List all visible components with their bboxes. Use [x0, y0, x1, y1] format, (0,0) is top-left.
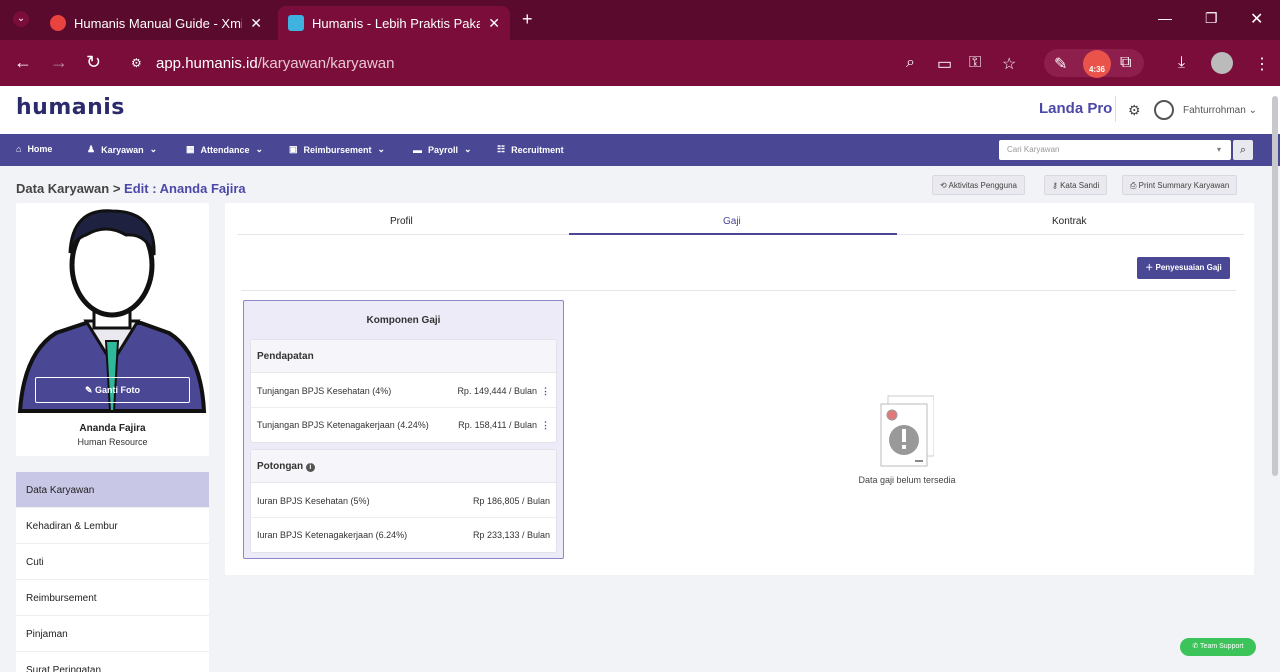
install-app-icon[interactable]: ▭: [937, 54, 952, 74]
salary-adjustment-button[interactable]: ＋ Penyesuaian Gaji: [1137, 257, 1230, 279]
settings-gear-icon[interactable]: ⚙: [1128, 102, 1141, 119]
nav-home[interactable]: ⌂ Home: [16, 144, 52, 154]
close-tab-icon[interactable]: ✕: [250, 15, 262, 32]
home-icon: ⌂: [16, 144, 22, 154]
restore-icon[interactable]: ❐: [1205, 10, 1218, 27]
chevron-down-icon: ⌄: [255, 144, 264, 154]
password-key-icon[interactable]: ⚿: [969, 54, 981, 72]
side-menu-cuti[interactable]: Cuti: [16, 544, 209, 580]
site-settings-icon[interactable]: ⚙: [131, 56, 142, 70]
active-tab-indicator: [569, 233, 897, 235]
empty-document-icon: [880, 395, 934, 467]
side-menu-pinjaman[interactable]: Pinjaman: [16, 616, 209, 652]
employee-search-input[interactable]: Cari Karyawan: [999, 140, 1231, 160]
change-photo-button[interactable]: ✎ Ganti Foto: [35, 377, 190, 403]
timer-extension-icon[interactable]: 4:36: [1083, 50, 1111, 78]
chevron-down-icon: ⌄: [149, 144, 158, 154]
humanis-logo[interactable]: humanis: [16, 95, 125, 120]
new-tab-icon[interactable]: +: [522, 9, 533, 30]
zoom-icon[interactable]: ⌕: [906, 54, 915, 72]
minimize-icon[interactable]: —: [1158, 10, 1172, 26]
money-icon: ▣: [289, 144, 298, 154]
company-name: Landa Pro: [1039, 100, 1113, 117]
search-button[interactable]: ⌕: [1233, 140, 1253, 160]
user-avatar-icon[interactable]: [1154, 100, 1174, 120]
row-menu-icon[interactable]: ⋮: [541, 386, 550, 396]
extensions-puzzle-icon[interactable]: ⧉: [1120, 54, 1131, 72]
password-button[interactable]: ⚷ Kata Sandi: [1044, 175, 1108, 195]
nav-attendance[interactable]: ▦ Attendance ⌄: [186, 144, 263, 155]
bookmark-star-icon[interactable]: ☆: [1002, 54, 1016, 74]
team-support-button[interactable]: ✆ Team Support: [1180, 638, 1256, 656]
employee-name: Ananda Fajira: [79, 423, 146, 434]
side-menu-surat-peringatan[interactable]: Surat Peringatan: [16, 652, 209, 672]
row-menu-icon[interactable]: ⋮: [541, 420, 550, 430]
salary-components-title: Komponen Gaji: [366, 315, 441, 326]
chevron-down-icon: ⌄: [377, 144, 386, 154]
divider: [1115, 96, 1116, 122]
feather-extension-icon[interactable]: ✎: [1054, 54, 1067, 74]
browser-tab-active[interactable]: Humanis - Lebih Praktis Pakai H ✕: [278, 6, 510, 40]
nav-reimbursement[interactable]: ▣ Reimbursement ⌄: [289, 144, 385, 155]
chevron-down-icon: ⌄: [464, 144, 472, 154]
address-bar[interactable]: app.humanis.id/karyawan/karyawan: [120, 48, 1030, 78]
nav-payroll[interactable]: ▬ Payroll ⌄: [413, 144, 472, 155]
side-menu-reimbursement[interactable]: Reimbursement: [16, 580, 209, 616]
print-summary-button[interactable]: ⎙ Print Summary Karyawan: [1122, 175, 1238, 195]
tab-profil[interactable]: Profil: [390, 216, 413, 227]
back-icon[interactable]: ←: [14, 52, 32, 73]
search-icon: ⌕: [1239, 144, 1247, 156]
employee-role: Human Resource: [77, 437, 148, 447]
browser-tab[interactable]: Humanis Manual Guide - Xmind ✕: [40, 6, 272, 40]
side-menu-data-karyawan[interactable]: Data Karyawan: [16, 472, 209, 508]
user-edit-icon: ♟: [87, 144, 96, 154]
income-title: Pendapatan: [251, 340, 556, 373]
calendar-icon: ▦: [186, 144, 195, 154]
profile-avatar[interactable]: [1211, 52, 1233, 74]
page-scrollbar[interactable]: [1272, 96, 1278, 476]
reload-icon[interactable]: ↻: [86, 52, 101, 73]
user-activity-button[interactable]: ⟲ Aktivitas Pengguna: [932, 175, 1025, 195]
empty-state-text: Data gaji belum tersedia: [858, 475, 956, 485]
tab-kontrak[interactable]: Kontrak: [1052, 216, 1086, 227]
forward-icon[interactable]: →: [50, 52, 68, 73]
close-tab-icon[interactable]: ✕: [488, 15, 500, 32]
income-row: Tunjangan BPJS Ketenagakerjaan (4.24%) R…: [257, 420, 550, 430]
nav-karyawan[interactable]: ♟ Karyawan ⌄: [87, 144, 157, 155]
close-window-icon[interactable]: ✕: [1250, 9, 1263, 29]
tab-search-button[interactable]: ⌄: [13, 11, 29, 27]
deduction-title: Potongan i: [251, 450, 556, 483]
breadcrumb-current: Edit : Ananda Fajira: [124, 181, 246, 196]
xmind-favicon-icon: [50, 15, 66, 31]
plus-icon: ＋: [1145, 263, 1154, 272]
users-icon: ☷: [497, 144, 506, 154]
deduction-row: Iuran BPJS Ketenagakerjaan (6.24%) Rp 23…: [257, 530, 550, 540]
deduction-row: Iuran BPJS Kesehatan (5%) Rp 186,805 / B…: [251, 484, 556, 518]
side-menu-kehadiran[interactable]: Kehadiran & Lembur: [16, 508, 209, 544]
info-icon[interactable]: i: [305, 463, 315, 472]
chevron-down-icon[interactable]: ▾: [1217, 145, 1221, 154]
download-icon[interactable]: ⤓: [1178, 54, 1185, 72]
edit-icon: ✎: [84, 385, 93, 395]
browser-menu-icon[interactable]: ⋮: [1254, 54, 1270, 74]
divider: [241, 290, 1236, 291]
tab-gaji[interactable]: Gaji: [723, 216, 741, 227]
humanis-favicon-icon: [288, 15, 304, 31]
wallet-icon: ▬: [413, 144, 422, 155]
user-menu[interactable]: Fahturrohman ⌄: [1183, 105, 1257, 116]
income-row: Tunjangan BPJS Kesehatan (4%) Rp. 149,44…: [251, 374, 556, 408]
breadcrumb-root[interactable]: Data Karyawan: [16, 181, 109, 196]
nav-recruitment[interactable]: ☷ Recruitment: [497, 144, 564, 155]
breadcrumb: Data Karyawan > Edit : Ananda Fajira: [16, 181, 246, 196]
